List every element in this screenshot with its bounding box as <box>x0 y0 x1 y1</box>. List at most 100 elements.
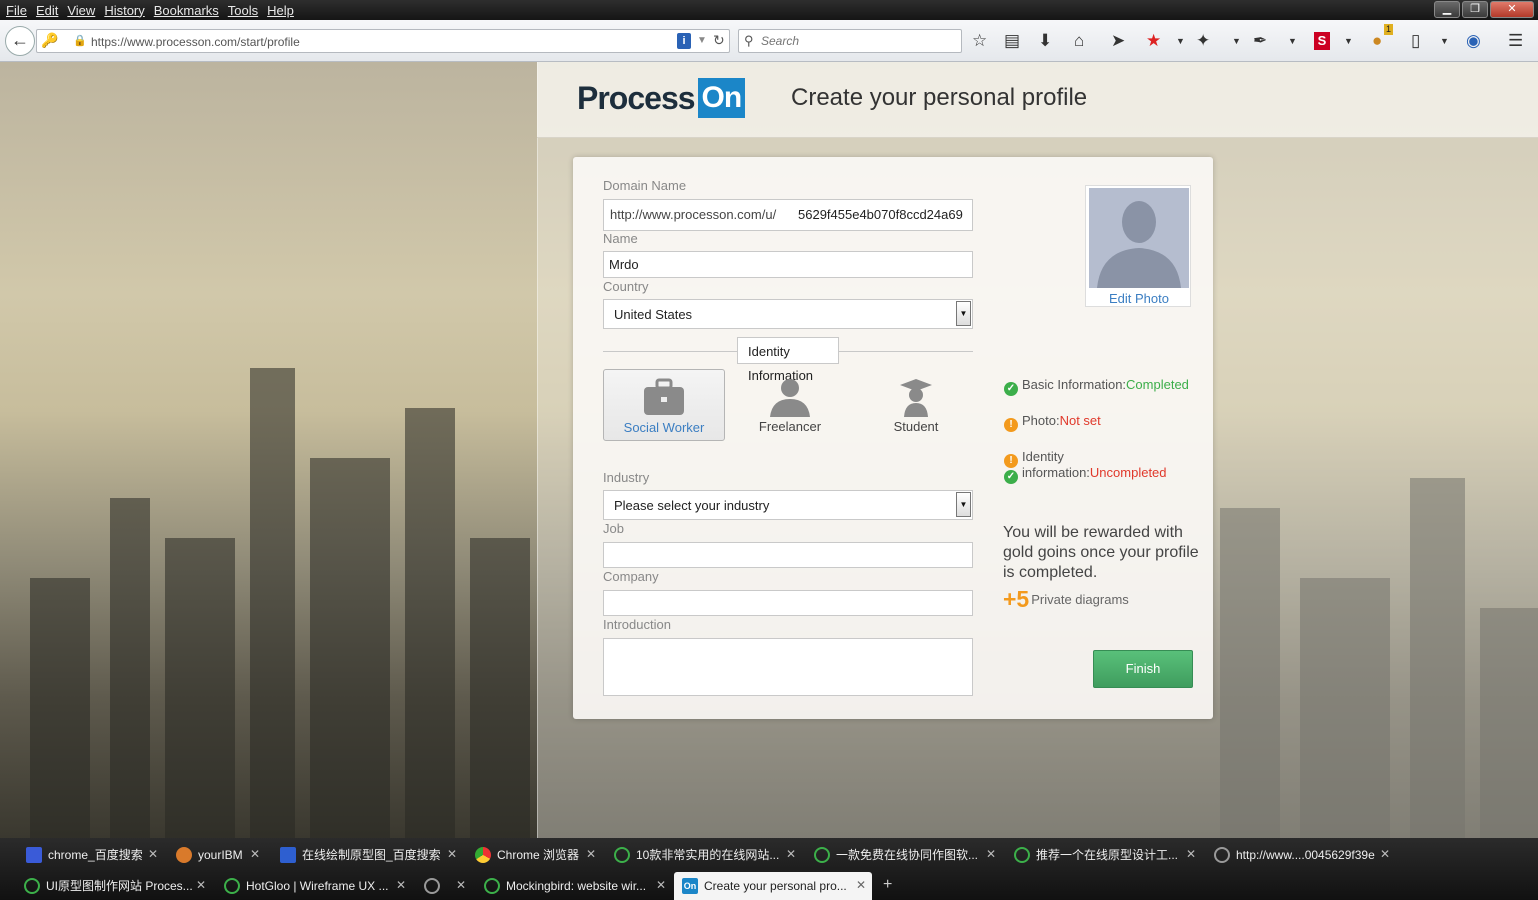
close-window-button[interactable]: ✕ <box>1490 1 1534 18</box>
battery-icon[interactable]: ▯ <box>1411 30 1420 52</box>
new-tab-button[interactable]: + <box>883 876 892 894</box>
tab[interactable]: Mockingbird: website wir... ✕ <box>476 872 672 899</box>
reload-icon[interactable]: ↻ <box>713 32 725 49</box>
search-bar[interactable]: ⚲ <box>738 29 962 53</box>
close-tab-icon[interactable]: ✕ <box>447 847 457 861</box>
close-tab-icon[interactable]: ✕ <box>586 847 596 861</box>
home-icon[interactable]: ⌂ <box>1074 30 1084 52</box>
chevron-down-icon[interactable]: ▼ <box>956 492 971 517</box>
bookmark-star-icon[interactable]: ★ <box>1146 30 1161 52</box>
addon-icon[interactable]: ✦ <box>1196 30 1210 52</box>
close-tab-icon[interactable]: ✕ <box>396 878 406 892</box>
avatar[interactable] <box>1089 188 1189 288</box>
minimize-button[interactable]: ▁ <box>1434 1 1460 18</box>
tab[interactable]: Chrome 浏览器 ✕ <box>467 841 602 868</box>
status-identity-value: Uncompleted <box>1089 465 1167 480</box>
dropdown-icon[interactable]: ▼ <box>1440 30 1449 52</box>
role-student[interactable]: Student <box>855 369 977 441</box>
close-tab-icon[interactable]: ✕ <box>1186 847 1196 861</box>
menu-file[interactable]: File <box>6 3 27 18</box>
warning-icon: ! <box>1004 418 1018 432</box>
menu-bookmarks[interactable]: Bookmarks <box>154 3 219 18</box>
search-input[interactable] <box>761 33 951 49</box>
url-bar[interactable]: 🔑 🔒 https://www.processon.com/start/prof… <box>36 29 730 53</box>
globe-icon[interactable]: ◉ <box>1466 30 1481 52</box>
tab[interactable]: http://www....0045629f39e ✕ <box>1206 841 1396 868</box>
tab[interactable]: UI原型图制作网站 Proces... ✕ <box>16 872 212 899</box>
tab[interactable]: 推荐一个在线原型设计工... ✕ <box>1006 841 1202 868</box>
industry-select[interactable]: Please select your industry ▼ <box>603 490 973 520</box>
company-field[interactable] <box>603 590 973 616</box>
processon-logo[interactable]: Process On <box>577 78 746 118</box>
menu-view[interactable]: View <box>67 3 95 18</box>
download-icon[interactable]: ⬇ <box>1038 30 1052 52</box>
dropdown-icon[interactable]: ▼ <box>1288 30 1297 52</box>
close-tab-icon[interactable]: ✕ <box>196 878 206 892</box>
pen-icon[interactable]: ✒ <box>1253 30 1267 52</box>
name-field[interactable] <box>603 251 973 278</box>
tab-title: yourIBM <box>198 847 243 862</box>
status-photo-label: Photo: <box>1022 413 1060 428</box>
close-tab-icon[interactable]: ✕ <box>1380 847 1390 861</box>
info-icon[interactable]: i <box>677 33 691 49</box>
company-label: Company <box>603 569 659 584</box>
url-text[interactable]: https://www.processon.com/start/profile <box>91 35 300 49</box>
role-freelancer[interactable]: Freelancer <box>729 369 851 441</box>
dropdown-icon[interactable]: ▼ <box>1344 30 1353 52</box>
photo-box: Edit Photo <box>1085 185 1191 307</box>
check-icon: ✓ <box>1004 470 1018 484</box>
notify-icon[interactable]: ● <box>1372 30 1382 52</box>
page-title: Create your personal profile <box>791 84 1088 111</box>
domain-field[interactable]: http://www.processon.com/u/ 5629f455e4b0… <box>603 199 973 231</box>
tab-title: HotGloo | Wireframe UX ... <box>246 878 389 893</box>
url-dropdown-icon[interactable]: ▼ <box>697 35 707 46</box>
close-tab-icon[interactable]: ✕ <box>148 847 158 861</box>
tab[interactable]: chrome_百度搜索 ✕ <box>18 841 164 868</box>
menu-edit[interactable]: Edit <box>36 3 58 18</box>
chevron-down-icon[interactable]: ▼ <box>956 301 971 326</box>
close-tab-icon[interactable]: ✕ <box>856 878 866 892</box>
close-tab-icon[interactable]: ✕ <box>786 847 796 861</box>
back-button[interactable]: ← <box>5 26 35 56</box>
job-input[interactable] <box>604 543 972 567</box>
company-input[interactable] <box>604 591 972 615</box>
clipboard-icon[interactable]: ▤ <box>1004 30 1020 52</box>
close-tab-icon[interactable]: ✕ <box>986 847 996 861</box>
close-tab-icon[interactable]: ✕ <box>656 878 666 892</box>
country-select[interactable]: United States ▼ <box>603 299 973 329</box>
dropdown-icon[interactable]: ▼ <box>1232 30 1241 52</box>
tab[interactable]: ✕ <box>416 872 472 899</box>
domain-label: Domain Name <box>603 178 687 193</box>
tab[interactable]: yourIBM ✕ <box>168 841 266 868</box>
send-icon[interactable]: ➤ <box>1111 30 1125 52</box>
tab-active[interactable]: On Create your personal pro... ✕ <box>674 872 872 900</box>
tab[interactable]: HotGloo | Wireframe UX ... ✕ <box>216 872 412 899</box>
reward-text: You will be rewarded with gold goins onc… <box>1003 524 1199 581</box>
name-input[interactable] <box>604 252 972 277</box>
tab[interactable]: 在线绘制原型图_百度搜索 ✕ <box>272 841 463 868</box>
menu-icon[interactable]: ☰ <box>1508 30 1523 52</box>
dropdown-icon[interactable]: ▼ <box>1176 30 1185 52</box>
tab[interactable]: 10款非常实用的在线网站... ✕ <box>606 841 802 868</box>
domain-value[interactable]: 5629f455e4b070f8ccd24a69 <box>798 207 963 222</box>
job-field[interactable] <box>603 542 973 568</box>
role-label: Student <box>893 419 939 434</box>
restore-button[interactable]: ❐ <box>1462 1 1488 18</box>
introduction-textarea[interactable] <box>604 639 972 695</box>
menu-tools[interactable]: Tools <box>228 3 258 18</box>
menu-history[interactable]: History <box>104 3 144 18</box>
edit-photo-link[interactable]: Edit Photo <box>1086 291 1192 306</box>
star-icon[interactable]: ☆ <box>972 30 987 52</box>
tab-title: UI原型图制作网站 Proces... <box>46 879 193 893</box>
role-social-worker[interactable]: Social Worker <box>603 369 725 441</box>
close-tab-icon[interactable]: ✕ <box>250 847 260 861</box>
page-viewport: Process On Create your personal profile … <box>0 62 1538 838</box>
menu-help[interactable]: Help <box>267 3 294 18</box>
menu-bar: File Edit View History Bookmarks Tools H… <box>0 0 1538 20</box>
s-icon[interactable]: S <box>1314 32 1330 50</box>
finish-button[interactable]: Finish <box>1093 650 1193 688</box>
site-identity-icon[interactable]: 🔑 <box>41 32 58 49</box>
introduction-field[interactable] <box>603 638 973 696</box>
close-tab-icon[interactable]: ✕ <box>456 878 466 892</box>
tab[interactable]: 一款免费在线协同作图软... ✕ <box>806 841 1002 868</box>
